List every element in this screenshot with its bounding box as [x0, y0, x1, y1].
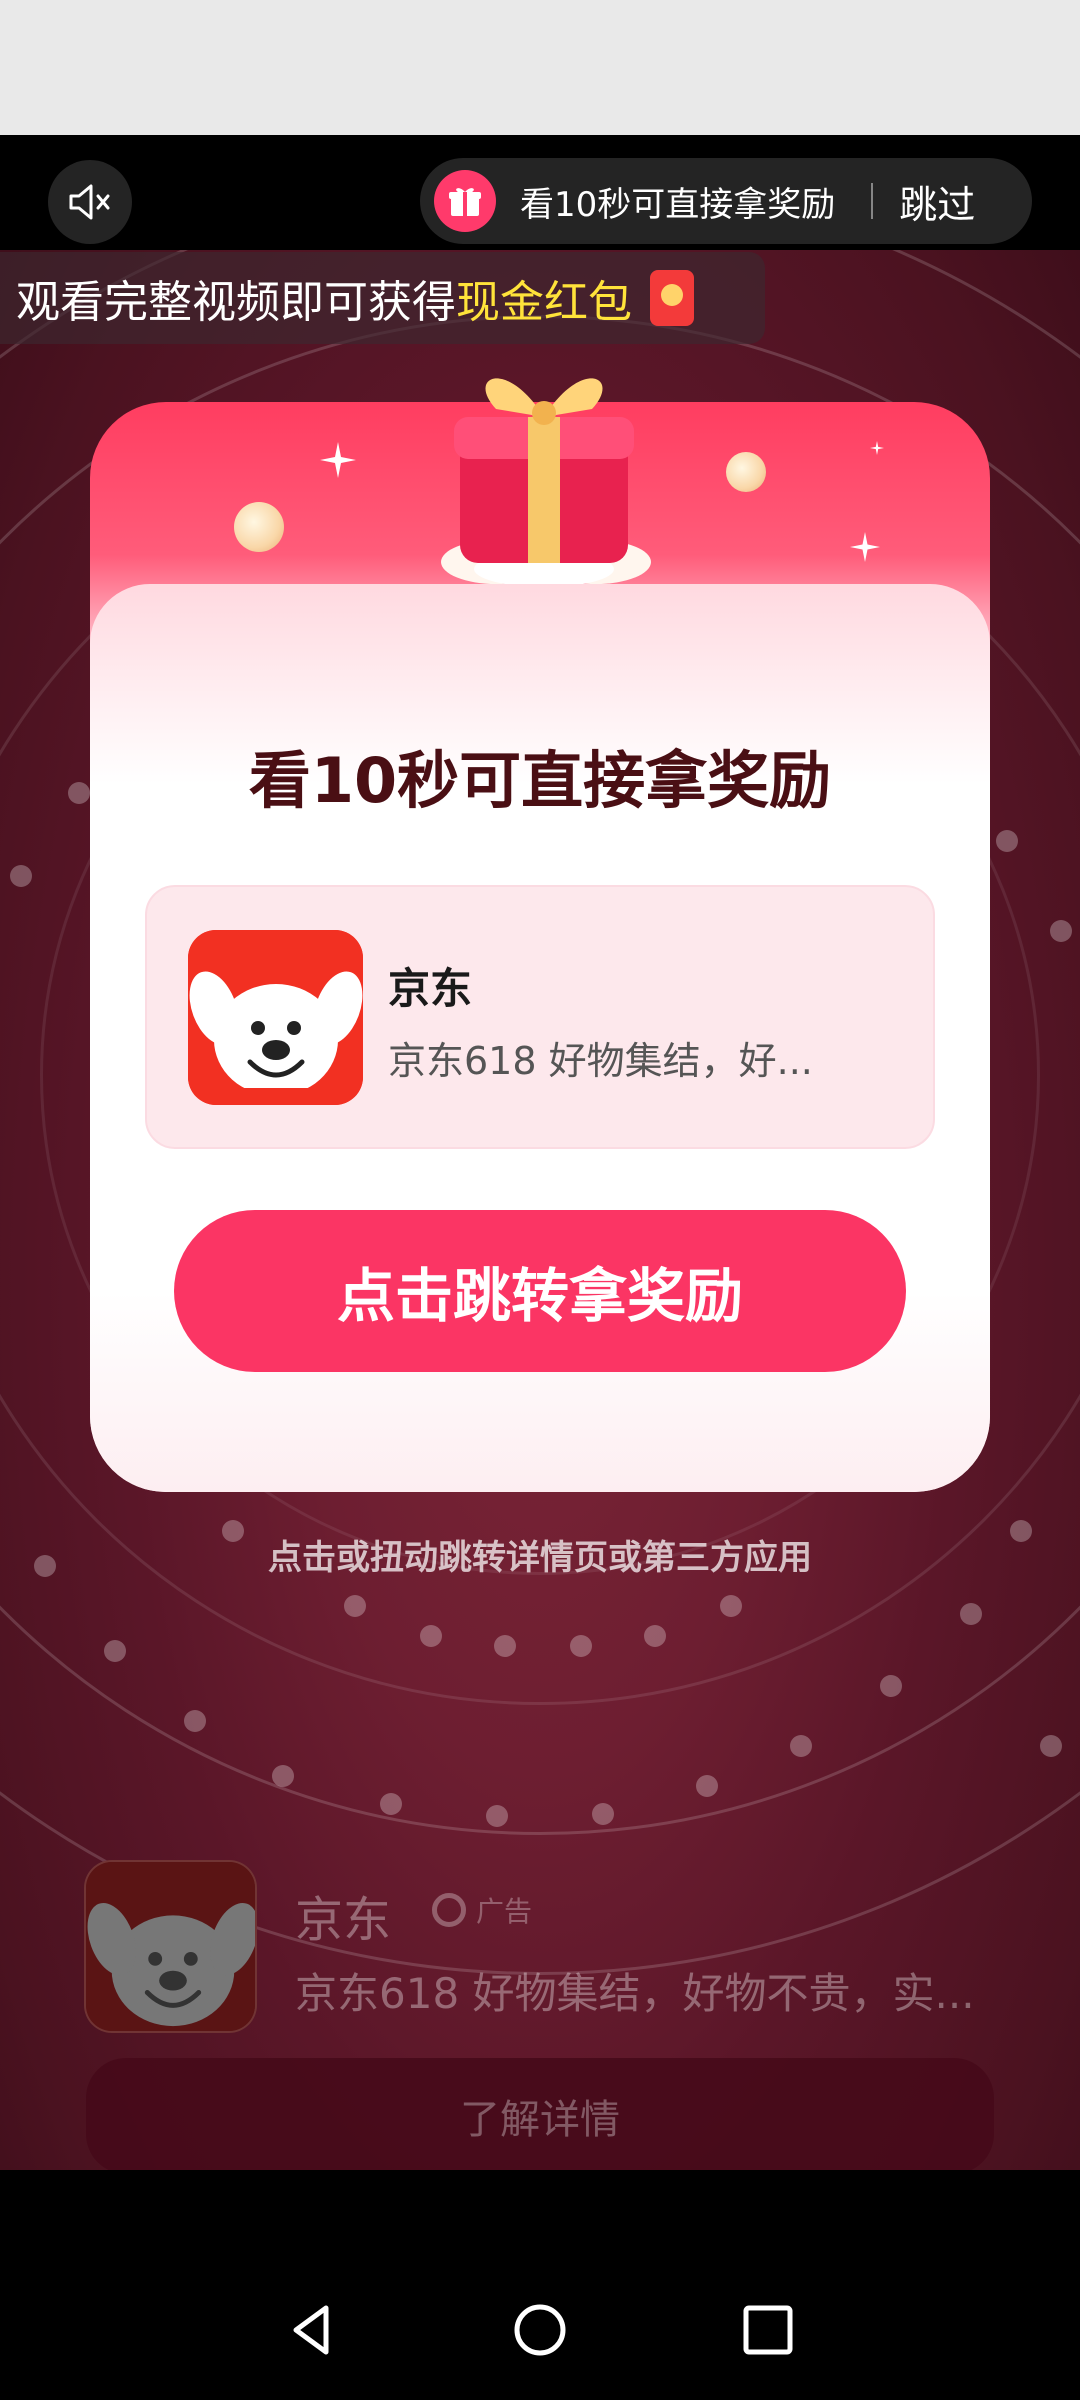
- coin-icon: [234, 502, 284, 552]
- status-bar: [0, 0, 1080, 135]
- pill-divider: [871, 183, 874, 219]
- reward-countdown-pill: 看10秒可直接拿奖励 跳过: [420, 158, 1032, 244]
- gift-box-illustration: [426, 347, 662, 587]
- mute-button[interactable]: [48, 160, 132, 244]
- banner-text: 观看完整视频即可获得: [16, 277, 456, 328]
- app-name: 京东: [388, 964, 473, 1013]
- ad-app-name: 京东: [295, 1892, 392, 1948]
- jd-app-icon-small[interactable]: [84, 1860, 257, 2033]
- banner-highlight: 现金红包: [456, 277, 632, 328]
- system-nav-bar: [0, 2170, 1080, 2400]
- sparkle-icon: [320, 442, 356, 478]
- learn-more-button[interactable]: 了解详情: [86, 2058, 994, 2174]
- sparkle-icon: [850, 532, 886, 568]
- claim-reward-button[interactable]: 点击跳转拿奖励: [174, 1210, 906, 1372]
- reward-countdown-text: 看10秒可直接拿奖励: [520, 184, 836, 225]
- speaker-muted-icon: [69, 184, 110, 220]
- ad-badge: 广告: [432, 1890, 532, 1930]
- ad-circle-icon: [432, 1893, 466, 1927]
- gift-icon: [434, 170, 496, 232]
- triangle-back-icon[interactable]: [282, 2300, 342, 2360]
- circle-home-icon[interactable]: [510, 2300, 570, 2360]
- square-recent-icon[interactable]: [738, 2300, 798, 2360]
- sparkle-icon: [870, 440, 906, 476]
- interaction-hint: 点击或扭动跳转详情页或第三方应用: [268, 1538, 812, 1578]
- jd-app-icon[interactable]: [188, 930, 363, 1105]
- coin-icon: [726, 452, 766, 492]
- skip-button[interactable]: 跳过: [899, 174, 975, 229]
- card-title: 看10秒可直接拿奖励: [248, 744, 832, 817]
- app-description: 京东618 好物集结，好...: [388, 1039, 813, 1083]
- ad-badge-label: 广告: [476, 1895, 533, 1928]
- red-packet-icon: [650, 270, 694, 326]
- ad-description: 京东618 好物集结，好物不贵，实...: [295, 1969, 975, 2018]
- reward-banner: 观看完整视频即可获得 现金红包: [0, 252, 765, 344]
